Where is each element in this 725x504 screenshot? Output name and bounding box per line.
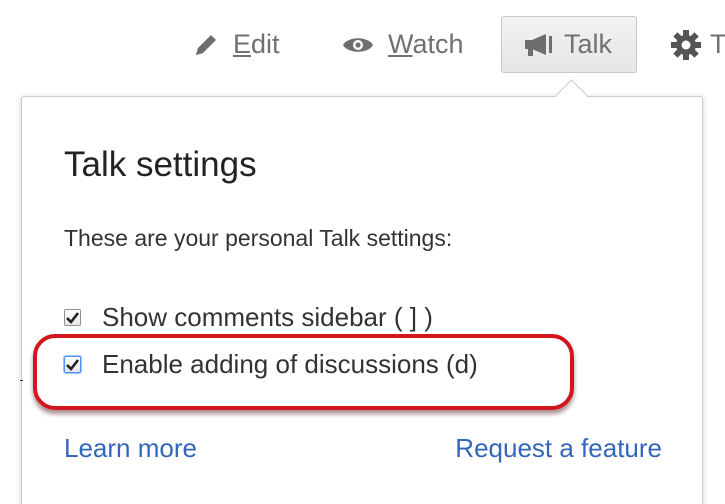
popup-description: These are your personal Talk settings:	[64, 225, 453, 251]
enable-adding-discussions-label: Enable adding of discussions (d)	[102, 349, 478, 379]
request-feature-link[interactable]: Request a feature	[455, 433, 662, 464]
watch-label: Watch	[388, 29, 464, 59]
talk-settings-screen: Edit Watch Talk T Talk settings These ar…	[0, 0, 725, 504]
watch-button[interactable]: Watch	[342, 16, 464, 73]
show-comments-sidebar-label: Show comments sidebar ( ] )	[102, 302, 433, 332]
talk-settings-popup: Talk settings These are your personal Ta…	[21, 96, 703, 504]
show-comments-sidebar-option[interactable]: Show comments sidebar ( ] )	[64, 302, 433, 333]
talk-label: Talk	[564, 29, 613, 59]
edit-label: Edit	[233, 29, 280, 59]
show-comments-sidebar-checkbox[interactable]	[64, 309, 81, 326]
talk-button[interactable]: Talk	[501, 16, 637, 73]
edit-button[interactable]: Edit	[193, 16, 280, 73]
eye-icon	[342, 34, 374, 56]
enable-adding-discussions-checkbox[interactable]	[64, 356, 81, 373]
stray-mark	[20, 380, 23, 381]
enable-adding-discussions-option[interactable]: Enable adding of discussions (d)	[64, 349, 478, 380]
tools-button[interactable]: T	[670, 16, 725, 73]
learn-more-link[interactable]: Learn more	[64, 433, 197, 464]
megaphone-icon	[524, 32, 556, 58]
checkmark-icon	[66, 358, 79, 371]
tools-label: T	[710, 29, 725, 59]
pencil-icon	[193, 32, 219, 58]
gear-icon	[670, 29, 702, 61]
popup-title: Talk settings	[64, 145, 257, 184]
checkmark-icon	[66, 311, 79, 324]
